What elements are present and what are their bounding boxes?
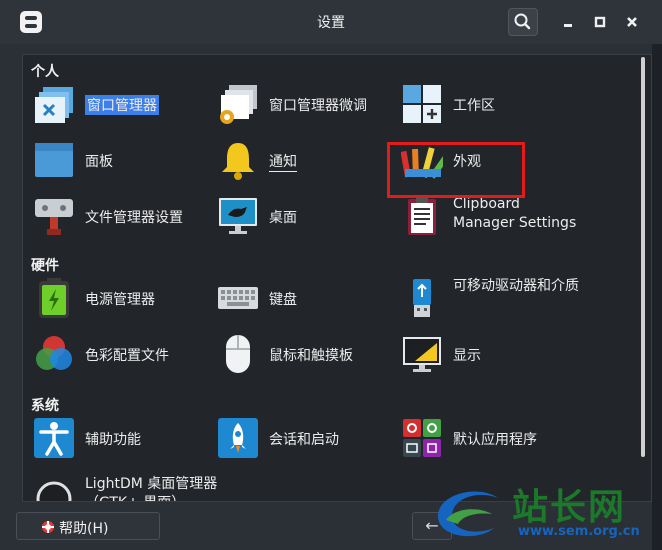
keyboard-icon [218,287,258,309]
desktop-monitor-icon [219,198,257,234]
window-manager-label: 窗口管理器 [85,95,159,115]
maximize-icon [594,16,606,28]
desktop-label: 桌面 [269,210,297,226]
item-mouse[interactable]: 鼠标和触摸板 [213,331,399,377]
clipboard-label: Clipboard Manager Settings [453,196,577,231]
watermark-url: www.sem.org.cn [518,524,640,539]
window-manager-icon [35,87,73,123]
item-workspaces[interactable]: 工作区 [397,81,583,127]
item-window-manager[interactable]: 窗口管理器 [29,81,215,127]
color-profiles-label: 色彩配置文件 [85,348,169,364]
usb-drive-icon [413,279,431,317]
display-icon [403,337,441,372]
item-power-manager[interactable]: 电源管理器 [29,275,215,321]
minimize-icon [564,24,572,27]
file-manager-label: 文件管理器设置 [85,210,183,226]
title-bar: 设置 [0,0,662,44]
accessibility-icon [34,418,74,458]
bell-icon [222,143,254,180]
item-panel[interactable]: 面板 [29,137,215,183]
file-manager-icon [35,199,73,235]
help-button-label: 帮助(H) [59,521,109,537]
item-session[interactable]: 会话和启动 [213,415,399,461]
search-button[interactable] [508,8,538,36]
battery-icon [39,278,69,318]
default-apps-label: 默认应用程序 [453,432,537,448]
notifications-label: 通知 [269,151,297,172]
wm-tweaks-icon [220,85,257,124]
rocket-icon [218,418,258,458]
keyboard-label: 键盘 [269,292,297,308]
item-color-profiles[interactable]: 色彩配置文件 [29,331,215,377]
workspaces-icon [403,85,441,123]
session-label: 会话和启动 [269,432,339,448]
item-wm-tweaks[interactable]: 窗口管理器微调 [213,81,399,127]
watermark-name: 站长网 [512,486,627,528]
item-default-apps[interactable]: 默认应用程序 [397,415,583,461]
color-profiles-icon [36,336,72,370]
lightdm-icon [36,481,72,501]
close-icon [627,17,637,27]
display-label: 显示 [453,348,481,364]
watermark-logo-icon [438,491,498,537]
accessibility-label: 辅助功能 [85,432,141,448]
section-system: 系统 [31,398,59,414]
power-manager-label: 电源管理器 [85,292,155,308]
mouse-icon [226,335,250,373]
annotation-highlight-box [387,142,525,198]
item-file-manager[interactable]: 文件管理器设置 [29,193,215,239]
workspaces-label: 工作区 [453,98,495,114]
mouse-label: 鼠标和触摸板 [269,348,353,364]
removable-label: 可移动驱动器和介质 [453,278,579,294]
item-clipboard[interactable]: Clipboard Manager Settings [397,193,583,239]
item-notifications[interactable]: 通知 [213,137,399,183]
item-display[interactable]: 显示 [397,331,583,377]
minimize-button[interactable] [556,10,580,34]
watermark: 站长网 www.sem.org.cn [428,476,662,550]
search-icon [514,13,531,30]
settings-grid: 个人 窗口管理器 窗口管理器微调 工作区 面板 通知 外观 文件管理器设置 桌面… [22,54,652,502]
lifebuoy-icon [42,521,54,533]
vertical-scrollbar[interactable] [641,57,645,457]
item-removable[interactable]: 可移动驱动器和介质 [397,275,583,321]
panel-label: 面板 [85,154,113,170]
maximize-button[interactable] [588,10,612,34]
lightdm-label: LightDM 桌面管理器（GTK+ 界面） [85,476,218,501]
close-button[interactable] [620,10,644,34]
background-edge [652,44,662,550]
clipboard-icon [408,197,436,235]
wm-tweaks-label: 窗口管理器微调 [269,98,367,114]
panel-icon [35,143,73,177]
help-button[interactable]: 帮助(H) [16,512,160,540]
default-apps-icon [403,419,441,457]
section-hardware: 硬件 [31,258,59,274]
section-personal: 个人 [31,64,59,80]
item-accessibility[interactable]: 辅助功能 [29,415,215,461]
item-keyboard[interactable]: 键盘 [213,275,399,321]
item-lightdm[interactable]: LightDM 桌面管理器（GTK+ 界面） [29,473,217,501]
item-desktop[interactable]: 桌面 [213,193,399,239]
